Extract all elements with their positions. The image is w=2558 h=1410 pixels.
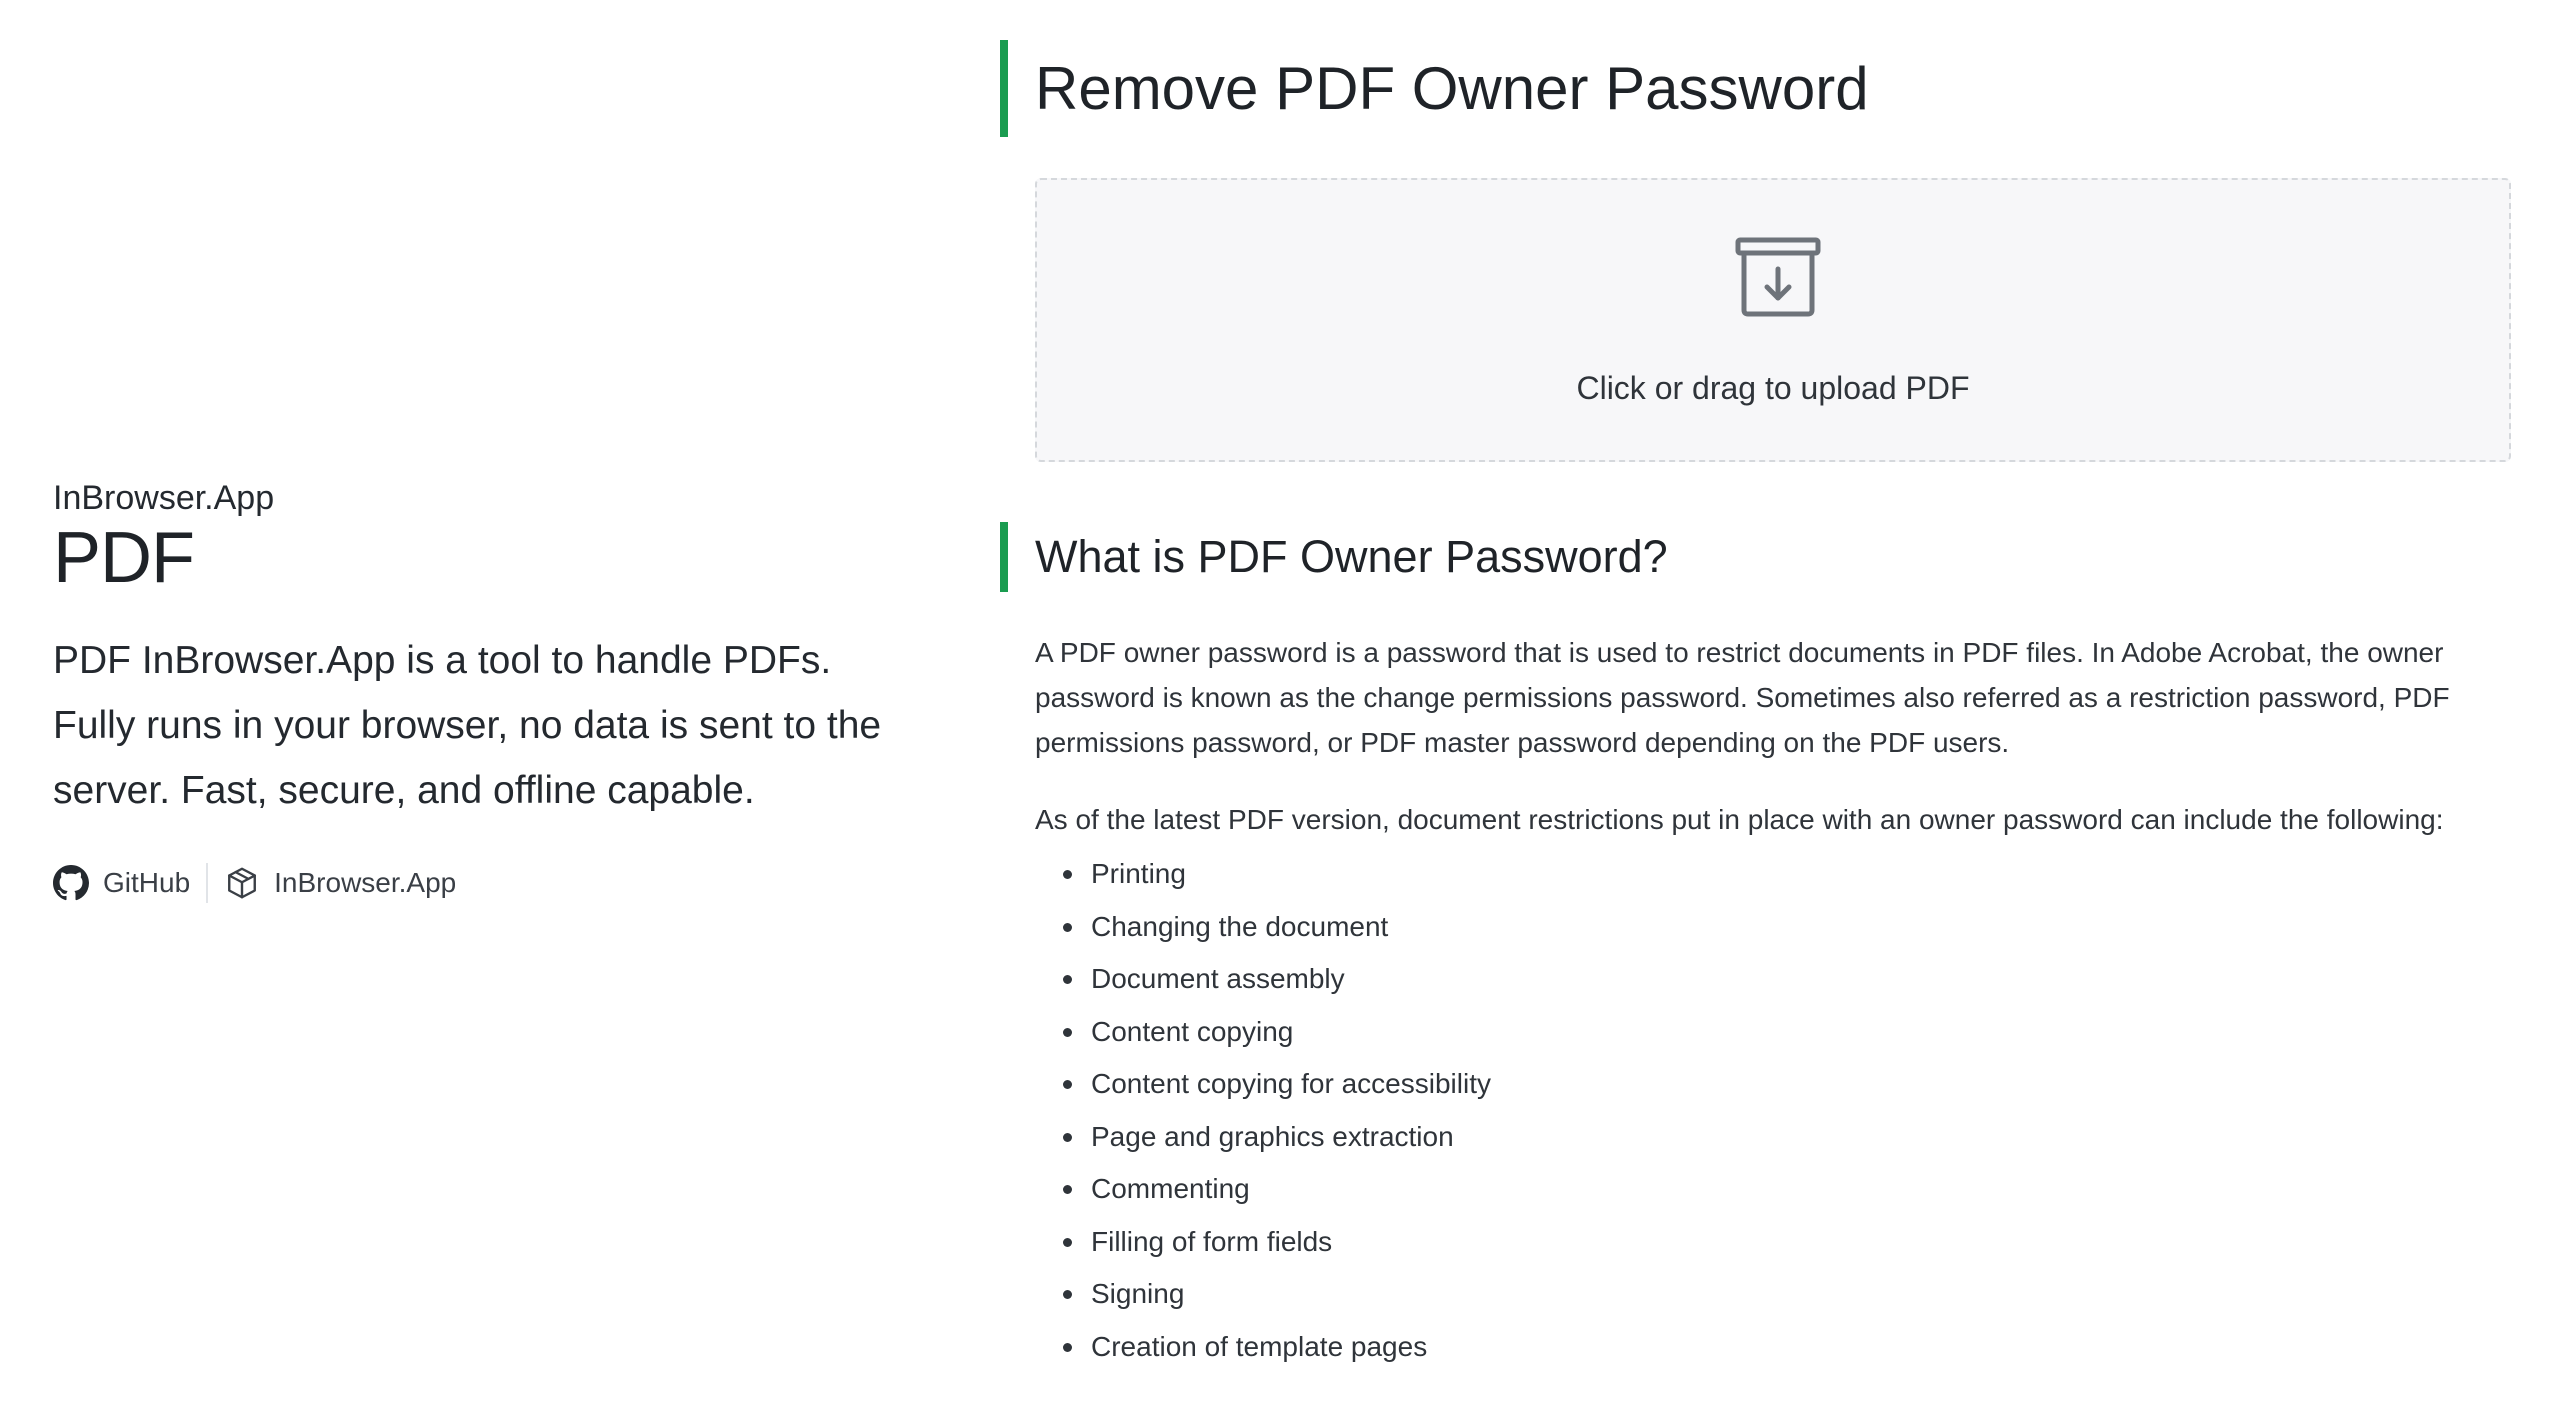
paragraph-restrictions-intro: As of the latest PDF version, document r… <box>1035 804 2444 835</box>
restrictions-list: Printing Changing the document Document … <box>1035 848 2515 1373</box>
product-title: PDF <box>53 518 195 598</box>
list-item: Content copying for accessibility <box>1063 1058 2515 1111</box>
upload-dropzone[interactable]: Click or drag to upload PDF <box>1035 178 2511 462</box>
list-item: Document assembly <box>1063 953 2515 1006</box>
page-title: Remove PDF Owner Password <box>1000 40 1869 137</box>
github-icon <box>53 865 89 901</box>
tagline: PDF InBrowser.App is a tool to handle PD… <box>53 639 882 812</box>
list-item: Changing the document <box>1063 901 2515 954</box>
archive-download-icon <box>1735 236 1821 323</box>
list-item: Commenting <box>1063 1163 2515 1216</box>
page: InBrowser.App PDF PDF InBrowser.App is a… <box>0 0 2558 1410</box>
brand-name: InBrowser.App <box>53 479 275 517</box>
github-link-label: GitHub <box>103 867 191 898</box>
list-item: Creation of template pages <box>1063 1321 2515 1374</box>
upload-label: Click or drag to upload PDF <box>1576 370 1970 406</box>
inbrowser-app-link-label: InBrowser.App <box>274 867 457 898</box>
list-item: Page and graphics extraction <box>1063 1111 2515 1164</box>
link-separator <box>206 863 209 903</box>
sidebar: InBrowser.App PDF PDF InBrowser.App is a… <box>53 478 913 903</box>
github-link[interactable]: GitHub <box>53 865 190 901</box>
footer-links: GitHub InBrowser.App <box>53 863 913 903</box>
list-item: Filling of form fields <box>1063 1216 2515 1269</box>
section-heading: What is PDF Owner Password? <box>1000 522 1668 592</box>
list-item: Signing <box>1063 1268 2515 1321</box>
cube-icon <box>224 865 260 901</box>
list-item: Content copying <box>1063 1006 2515 1059</box>
section-content: A PDF owner password is a password that … <box>1035 630 2515 1373</box>
list-item: Printing <box>1063 848 2515 901</box>
paragraph-definition: A PDF owner password is a password that … <box>1035 637 2450 758</box>
inbrowser-app-link[interactable]: InBrowser.App <box>224 865 456 901</box>
